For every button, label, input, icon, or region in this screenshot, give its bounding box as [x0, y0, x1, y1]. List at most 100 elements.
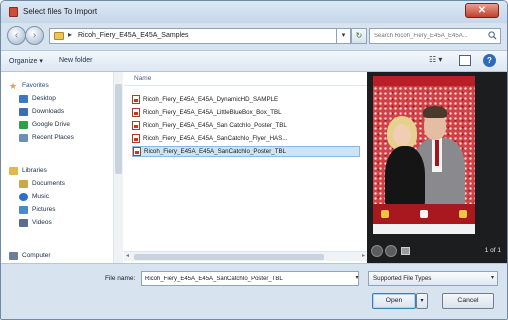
- cancel-button[interactable]: Cancel: [442, 293, 494, 309]
- file-dialog: Select files To Import ✕ ‹ › ▸ Ricoh_Fie…: [0, 0, 508, 320]
- nav-scrollbar[interactable]: [113, 72, 123, 263]
- file-name-label: File name:: [105, 275, 136, 282]
- nav-item-label: Recent Places: [32, 134, 74, 141]
- scroll-right-icon[interactable]: ▸: [362, 252, 365, 259]
- chevron-down-icon: ▾: [490, 275, 494, 281]
- nav-libraries[interactable]: Libraries: [9, 165, 47, 176]
- documents-icon: [19, 179, 28, 188]
- nav-item-pictures[interactable]: Pictures: [19, 204, 55, 215]
- column-name-label: Name: [134, 75, 152, 82]
- search-box[interactable]: [369, 28, 501, 44]
- pictures-icon: [19, 205, 28, 214]
- file-name: Ricoh_Fiery_E45A_E45A_SanCatchIo_Flyer_H…: [143, 135, 288, 142]
- scroll-left-icon[interactable]: ◂: [126, 252, 129, 259]
- videos-icon: [19, 218, 28, 227]
- file-row[interactable]: Ricoh_Fiery_E45A_E45A_SanCatchIo_Flyer_H…: [132, 133, 360, 144]
- recent-places-icon: [19, 133, 28, 142]
- computer-icon: [9, 251, 18, 260]
- nav-item-desktop[interactable]: Desktop: [19, 93, 56, 104]
- page-icon: [401, 247, 410, 255]
- preview-next-button[interactable]: [385, 245, 397, 257]
- column-header-name[interactable]: Name: [124, 72, 367, 86]
- pdf-file-icon: [132, 95, 140, 104]
- horizontal-scroll-thumb[interactable]: [134, 254, 324, 260]
- nav-item-google-drive[interactable]: Google Drive: [19, 119, 70, 130]
- nav-item-music[interactable]: Music: [19, 191, 49, 202]
- poster-woman-figure: [385, 146, 425, 208]
- toolbar: Organize ▾ New folder ☷ ▾ ?: [1, 50, 507, 72]
- file-name: Ricoh_Fiery_E45A_E45A_DynamicHD_SAMPLE: [143, 96, 279, 103]
- nav-item-downloads[interactable]: Downloads: [19, 106, 64, 117]
- nav-scroll-thumb[interactable]: [115, 84, 122, 174]
- address-history-dropdown[interactable]: ▾: [337, 28, 351, 44]
- nav-item-label: Music: [32, 193, 49, 200]
- nav-computer[interactable]: Computer: [9, 250, 51, 261]
- nav-item-recent-places[interactable]: Recent Places: [19, 132, 74, 143]
- forward-button[interactable]: ›: [25, 26, 44, 45]
- nav-item-label: Desktop: [32, 95, 56, 102]
- preview-pane: 1 of 1: [367, 72, 507, 263]
- downloads-icon: [19, 107, 28, 116]
- file-name: Ricoh_Fiery_E45A_E45A_San CatchIo_Poster…: [143, 122, 287, 129]
- address-row: ‹ › ▸ Ricoh_Fiery_E45A_E45A_Samples ▾ ↻: [1, 23, 507, 49]
- title-bar[interactable]: Select files To Import ✕: [1, 1, 507, 23]
- poster-footer: [373, 224, 475, 234]
- bottom-bar: File name: ▾ Supported File Types ▾ Open…: [1, 263, 507, 319]
- breadcrumb[interactable]: Ricoh_Fiery_E45A_E45A_Samples: [78, 32, 189, 39]
- nav-computer-label: Computer: [22, 252, 51, 259]
- nav-item-documents[interactable]: Documents: [19, 178, 65, 189]
- change-view-button[interactable]: ☷ ▾: [429, 55, 449, 67]
- file-row[interactable]: Ricoh_Fiery_E45A_E45A_DynamicHD_SAMPLE: [132, 94, 360, 105]
- google-drive-icon: [19, 120, 28, 129]
- navigation-pane: ★ Favorites Desktop Downloads Google Dri…: [1, 72, 123, 263]
- window-title: Select files To Import: [23, 7, 98, 16]
- search-input[interactable]: [374, 30, 486, 42]
- nav-item-label: Documents: [32, 180, 65, 187]
- poster-badge-icon: [420, 210, 428, 218]
- file-row[interactable]: Ricoh_Fiery_E45A_E45A_San CatchIo_Poster…: [132, 120, 360, 131]
- poster-badge-icon: [459, 210, 467, 218]
- app-icon: [9, 7, 18, 17]
- file-name: Ricoh_Fiery_E45A_E45A_LittleBlueBox_Box_…: [143, 109, 282, 116]
- libraries-icon: [9, 166, 18, 175]
- nav-favorites-label: Favorites: [22, 82, 49, 89]
- breadcrumb-arrow-icon[interactable]: ▸: [68, 30, 72, 39]
- file-row-selected[interactable]: Ricoh_Fiery_E45A_E45A_SanCatchIo_Poster_…: [132, 146, 360, 157]
- file-name: Ricoh_Fiery_E45A_E45A_SanCatchIo_Poster_…: [144, 148, 287, 155]
- file-row[interactable]: Ricoh_Fiery_E45A_E45A_LittleBlueBox_Box_…: [132, 107, 360, 118]
- pdf-file-icon: [132, 121, 140, 130]
- open-options-button[interactable]: ▾: [416, 293, 428, 309]
- search-icon: [488, 31, 497, 40]
- nav-item-label: Downloads: [32, 108, 65, 115]
- star-icon: ★: [9, 80, 18, 91]
- poster-badge-icon: [381, 210, 389, 218]
- folder-icon: [54, 32, 64, 40]
- file-name-dropdown-icon[interactable]: ▾: [353, 272, 361, 285]
- nav-item-videos[interactable]: Videos: [19, 217, 52, 228]
- help-button[interactable]: ?: [483, 54, 496, 67]
- poster-icon-band: [373, 204, 475, 224]
- poster-preview-image: [373, 76, 475, 234]
- new-folder-button[interactable]: New folder: [59, 57, 92, 64]
- organize-button[interactable]: Organize ▾: [9, 57, 43, 65]
- poster-tie: [435, 140, 439, 166]
- desktop-icon: [19, 94, 28, 103]
- preview-pane-toggle[interactable]: [459, 55, 471, 66]
- open-button[interactable]: Open: [372, 293, 416, 309]
- nav-favorites[interactable]: ★ Favorites: [9, 80, 49, 91]
- horizontal-scrollbar[interactable]: ◂ ▸: [124, 251, 367, 261]
- back-button[interactable]: ‹: [7, 26, 26, 45]
- file-type-select[interactable]: Supported File Types ▾: [368, 271, 498, 286]
- nav-item-label: Google Drive: [32, 121, 70, 128]
- preview-prev-button[interactable]: [371, 245, 383, 257]
- nav-item-label: Pictures: [32, 206, 56, 213]
- pdf-file-icon: [133, 147, 141, 156]
- address-bar[interactable]: ▸ Ricoh_Fiery_E45A_E45A_Samples: [49, 28, 337, 44]
- nav-item-label: Videos: [32, 219, 52, 226]
- close-button[interactable]: ✕: [465, 3, 499, 18]
- file-list: Name Ricoh_Fiery_E45A_E45A_DynamicHD_SAM…: [124, 72, 367, 263]
- poster-woman-face: [393, 124, 411, 146]
- preview-page-count: 1 of 1: [484, 247, 501, 254]
- file-name-input[interactable]: [141, 271, 359, 286]
- refresh-button[interactable]: ↻: [351, 28, 367, 44]
